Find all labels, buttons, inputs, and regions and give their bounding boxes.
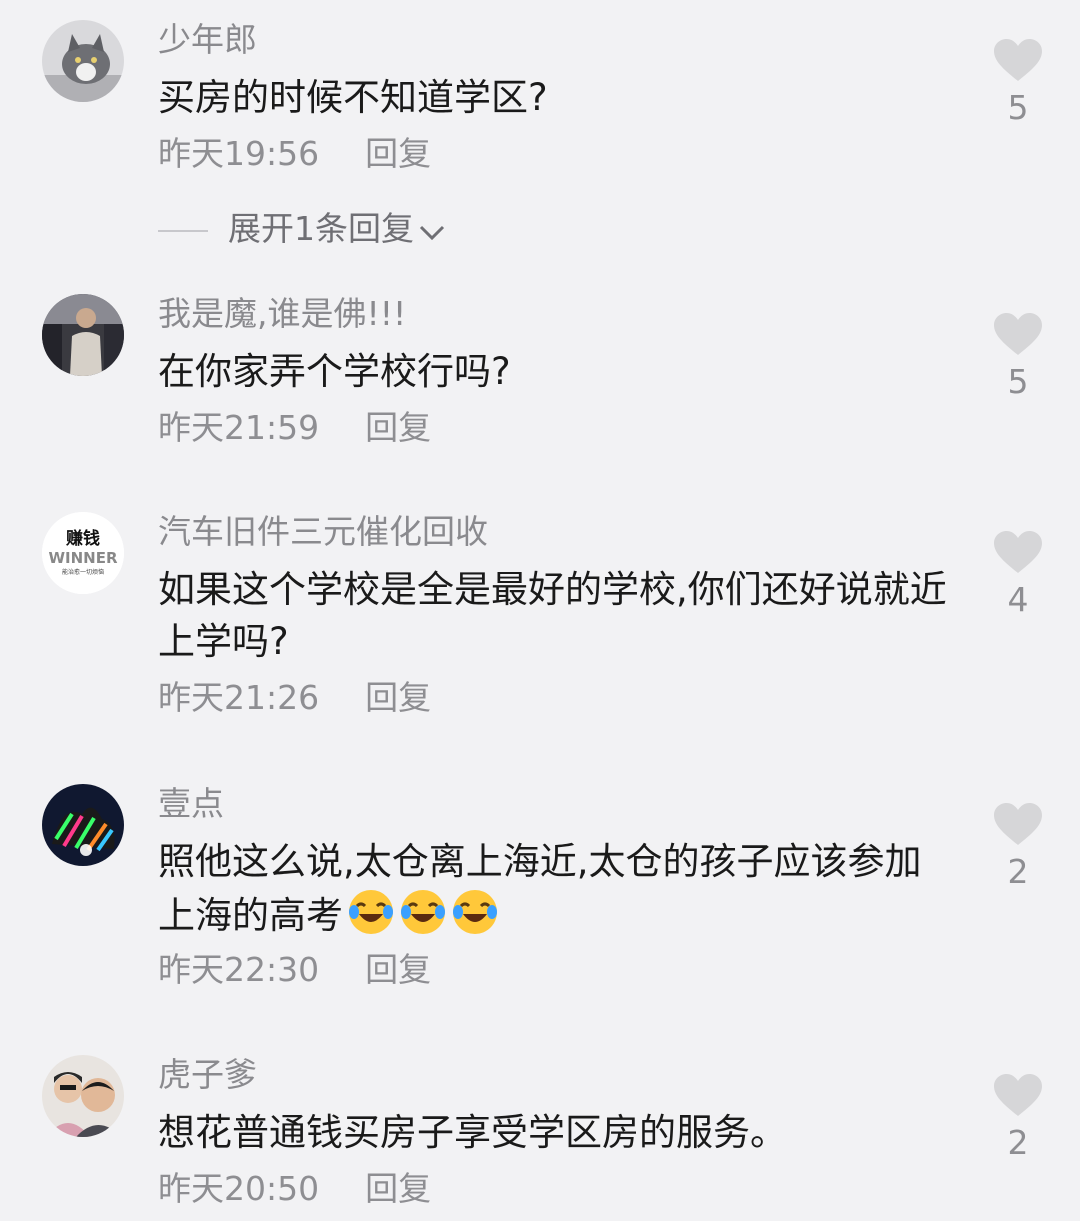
- reply-button[interactable]: 回复: [365, 1169, 431, 1208]
- reply-button[interactable]: 回复: [365, 950, 431, 989]
- reply-button[interactable]: 回复: [365, 678, 431, 717]
- laughing-crying-emoji-icon: [451, 888, 499, 950]
- comment-time: 昨天21:26: [158, 678, 320, 717]
- comment-meta: 昨天20:50 回复: [158, 1169, 431, 1209]
- zebra-avatar-icon: [42, 784, 124, 866]
- avatar[interactable]: [42, 1055, 124, 1137]
- expand-replies-label: 展开1条回复: [228, 209, 414, 248]
- avatar[interactable]: [42, 784, 124, 866]
- expand-replies-button[interactable]: 展开1条回复: [158, 207, 446, 253]
- like-button[interactable]: 4: [988, 530, 1048, 620]
- reply-button[interactable]: 回复: [365, 408, 431, 447]
- comment-meta: 昨天19:56 回复: [158, 134, 431, 174]
- heart-icon: [994, 1074, 1042, 1116]
- comment-username[interactable]: 虎子爹: [158, 1055, 257, 1095]
- avatar[interactable]: 赚钱 WINNER 能治愈一切烦恼: [42, 512, 124, 594]
- comment-text: 如果这个学校是全是最好的学校,你们还好说就近上学吗?: [158, 568, 947, 663]
- divider-line: [158, 229, 208, 232]
- comment-username[interactable]: 汽车旧件三元催化回收: [158, 512, 488, 552]
- comment-text: 在你家弄个学校行吗?: [158, 350, 511, 393]
- like-count: 5: [1007, 362, 1029, 401]
- comment-username[interactable]: 少年郎: [158, 20, 257, 60]
- heart-icon: [994, 803, 1042, 845]
- avatar-logo-text-top: 赚钱: [65, 528, 100, 549]
- comment-time: 昨天20:50: [158, 1169, 320, 1208]
- comment-meta: 昨天21:26 回复: [158, 678, 431, 718]
- avatar[interactable]: [42, 20, 124, 102]
- comment-list: 少年郎 买房的时候不知道学区? 昨天19:56 回复 5 展开1条回复 我是魔,…: [0, 0, 1080, 1221]
- like-count: 2: [1007, 1123, 1029, 1162]
- comment-username[interactable]: 壹点: [158, 784, 224, 824]
- comment-text-content: 照他这么说,太仓离上海近,太仓的孩子应该参加上海的高考: [158, 840, 922, 937]
- avatar-logo-text-small: 能治愈一切烦恼: [62, 568, 104, 576]
- like-button[interactable]: 2: [988, 1073, 1048, 1163]
- heart-icon: [994, 39, 1042, 81]
- laughing-crying-emoji-icon: [347, 888, 395, 950]
- winner-logo-avatar-icon: 赚钱 WINNER 能治愈一切烦恼: [42, 512, 124, 594]
- heart-icon: [994, 313, 1042, 355]
- comment-text: 想花普通钱买房子享受学区房的服务。: [158, 1111, 787, 1154]
- comment-username[interactable]: 我是魔,谁是佛!!!: [158, 294, 406, 334]
- comment-time: 昨天22:30: [158, 950, 320, 989]
- comment-time: 昨天19:56: [158, 134, 320, 173]
- avatar[interactable]: [42, 294, 124, 376]
- like-button[interactable]: 5: [988, 312, 1048, 402]
- like-button[interactable]: 2: [988, 802, 1048, 892]
- comment-meta: 昨天22:30 回复: [158, 950, 431, 990]
- like-button[interactable]: 5: [988, 38, 1048, 128]
- avatar-logo-text-main: WINNER: [48, 549, 117, 567]
- laughing-crying-emoji-icon: [399, 888, 447, 950]
- heart-icon: [994, 531, 1042, 573]
- comment-time: 昨天21:59: [158, 408, 320, 447]
- like-count: 5: [1007, 88, 1029, 127]
- like-count: 4: [1007, 580, 1029, 619]
- chevron-down-icon: [418, 209, 446, 253]
- comment-meta: 昨天21:59 回复: [158, 408, 431, 448]
- reply-button[interactable]: 回复: [365, 134, 431, 173]
- cat-avatar-icon: [42, 20, 124, 102]
- comment-text: 照他这么说,太仓离上海近,太仓的孩子应该参加上海的高考: [158, 836, 948, 950]
- couple-avatar-icon: [42, 1055, 124, 1137]
- person-avatar-icon: [42, 294, 124, 376]
- like-count: 2: [1007, 852, 1029, 891]
- comment-text: 买房的时候不知道学区?: [158, 76, 548, 119]
